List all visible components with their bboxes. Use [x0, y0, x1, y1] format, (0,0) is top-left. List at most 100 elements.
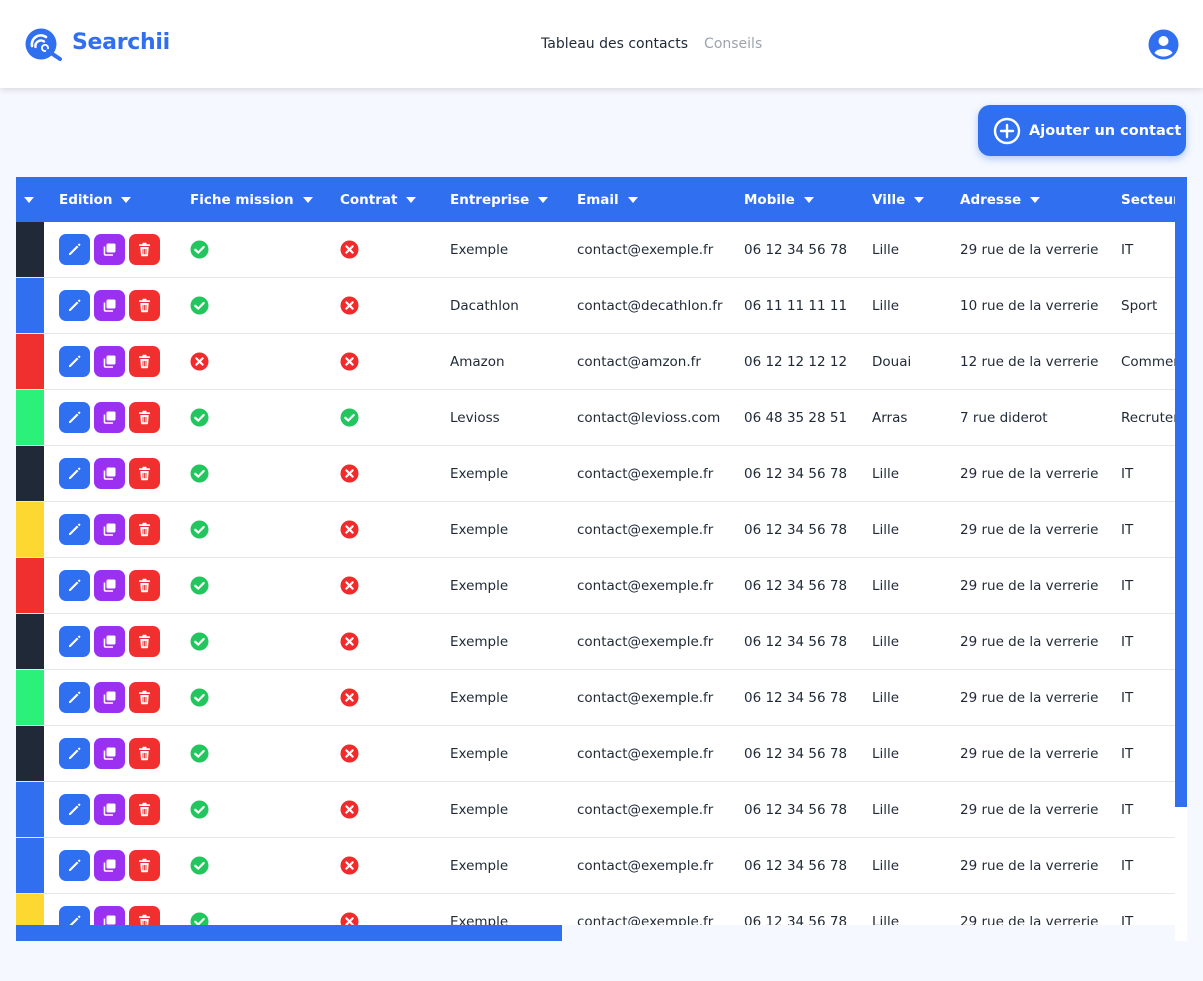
- row-color-tag: [16, 838, 44, 893]
- edit-button[interactable]: [59, 514, 90, 545]
- table-row[interactable]: Exemple contact@exemple.fr 06 12 34 56 78 L…: [16, 726, 1175, 782]
- column-header-adresse[interactable]: Adresse: [960, 177, 1041, 222]
- duplicate-button[interactable]: [94, 458, 125, 489]
- nav-conseils[interactable]: Conseils: [704, 36, 762, 52]
- edit-button[interactable]: [59, 626, 90, 657]
- vertical-scrollbar-track[interactable]: [1175, 177, 1187, 807]
- cell-entreprise: Exemple: [450, 633, 509, 650]
- brand-name[interactable]: Searchii: [72, 30, 170, 55]
- duplicate-button[interactable]: [94, 290, 125, 321]
- row-color-tag: [16, 446, 44, 501]
- trash-icon: [136, 689, 153, 706]
- edit-button[interactable]: [59, 738, 90, 769]
- table-row[interactable]: Exemple contact@exemple.fr 06 12 34 56 78 L…: [16, 894, 1175, 925]
- edit-button[interactable]: [59, 402, 90, 433]
- cell-secteur: IT: [1121, 745, 1134, 762]
- table-row[interactable]: Dacathlon contact@decathlon.fr 06 11 11 11…: [16, 278, 1175, 334]
- duplicate-button[interactable]: [94, 850, 125, 881]
- table-row[interactable]: Exemple contact@exemple.fr 06 12 34 56 78 L…: [16, 446, 1175, 502]
- delete-button[interactable]: [129, 402, 160, 433]
- duplicate-button[interactable]: [94, 402, 125, 433]
- fiche-mission-check-icon: [190, 632, 209, 651]
- cell-mobile: 06 11 11 11 11: [744, 297, 848, 314]
- delete-button[interactable]: [129, 794, 160, 825]
- add-contact-button[interactable]: Ajouter un contact: [978, 105, 1186, 156]
- cell-adresse: 29 rue de la verrerie: [960, 577, 1099, 594]
- cell-entreprise: Exemple: [450, 577, 509, 594]
- cell-secteur: Recrutement: [1121, 409, 1175, 426]
- delete-button[interactable]: [129, 234, 160, 265]
- fiche-mission-check-icon: [190, 576, 209, 595]
- table-row[interactable]: Exemple contact@exemple.fr 06 12 34 56 78 L…: [16, 558, 1175, 614]
- edit-button[interactable]: [59, 570, 90, 601]
- edit-button[interactable]: [59, 458, 90, 489]
- trash-icon: [136, 633, 153, 650]
- cell-ville: Lille: [872, 633, 900, 650]
- table-row[interactable]: Amazon contact@amzon.fr 06 12 12 12 12 Doua…: [16, 334, 1175, 390]
- delete-button[interactable]: [129, 570, 160, 601]
- duplicate-button[interactable]: [94, 570, 125, 601]
- delete-button[interactable]: [129, 346, 160, 377]
- column-header-ville[interactable]: Ville: [872, 177, 925, 222]
- copy-icon: [101, 241, 118, 258]
- copy-icon: [101, 297, 118, 314]
- table-row[interactable]: Levioss contact@levioss.com 06 48 35 28 51…: [16, 390, 1175, 446]
- duplicate-button[interactable]: [94, 626, 125, 657]
- edit-button[interactable]: [59, 850, 90, 881]
- column-header-edition[interactable]: Edition: [59, 177, 132, 222]
- column-header-email[interactable]: Email: [577, 177, 638, 222]
- cell-mobile: 06 12 34 56 78: [744, 913, 848, 926]
- vertical-scrollbar-thumb[interactable]: [1175, 807, 1187, 941]
- edit-button[interactable]: [59, 290, 90, 321]
- delete-button[interactable]: [129, 514, 160, 545]
- table-row[interactable]: Exemple contact@exemple.fr 06 12 34 56 78 L…: [16, 222, 1175, 278]
- copy-icon: [101, 465, 118, 482]
- cell-email: contact@exemple.fr: [577, 857, 714, 874]
- select-column-header[interactable]: [24, 177, 34, 222]
- delete-button[interactable]: [129, 738, 160, 769]
- duplicate-button[interactable]: [94, 346, 125, 377]
- horizontal-scrollbar[interactable]: [16, 925, 562, 941]
- table-header: Edition Fiche mission Contrat Entreprise…: [16, 177, 1175, 222]
- duplicate-button[interactable]: [94, 514, 125, 545]
- caret-down-icon: [24, 196, 34, 203]
- table-row[interactable]: Exemple contact@exemple.fr 06 12 34 56 78 L…: [16, 838, 1175, 894]
- nav-tableau-contacts[interactable]: Tableau des contacts: [541, 36, 688, 52]
- delete-button[interactable]: [129, 458, 160, 489]
- column-header-contrat[interactable]: Contrat: [340, 177, 417, 222]
- table-row[interactable]: Exemple contact@exemple.fr 06 12 34 56 78 L…: [16, 502, 1175, 558]
- copy-icon: [101, 353, 118, 370]
- edit-button[interactable]: [59, 682, 90, 713]
- fiche-mission-cross-icon: [190, 352, 209, 371]
- duplicate-button[interactable]: [94, 794, 125, 825]
- duplicate-button[interactable]: [94, 738, 125, 769]
- duplicate-button[interactable]: [94, 234, 125, 265]
- delete-button[interactable]: [129, 682, 160, 713]
- edit-button[interactable]: [59, 346, 90, 377]
- delete-button[interactable]: [129, 290, 160, 321]
- delete-button[interactable]: [129, 850, 160, 881]
- edit-button[interactable]: [59, 794, 90, 825]
- table-row[interactable]: Exemple contact@exemple.fr 06 12 34 56 78 L…: [16, 614, 1175, 670]
- cell-entreprise: Exemple: [450, 521, 509, 538]
- searchii-logo-icon[interactable]: [24, 26, 64, 62]
- edit-button[interactable]: [59, 234, 90, 265]
- user-avatar-icon[interactable]: [1148, 29, 1179, 60]
- table-row[interactable]: Exemple contact@exemple.fr 06 12 34 56 78 L…: [16, 782, 1175, 838]
- duplicate-button[interactable]: [94, 682, 125, 713]
- delete-button[interactable]: [129, 626, 160, 657]
- caret-down-icon: [914, 196, 925, 203]
- cell-adresse: 29 rue de la verrerie: [960, 857, 1099, 874]
- column-header-entreprise[interactable]: Entreprise: [450, 177, 549, 222]
- column-header-mobile[interactable]: Mobile: [744, 177, 814, 222]
- pencil-icon: [66, 577, 83, 594]
- edit-button[interactable]: [59, 906, 90, 925]
- row-color-tag: [16, 670, 44, 725]
- delete-button[interactable]: [129, 906, 160, 925]
- cell-ville: Lille: [872, 465, 900, 482]
- trash-icon: [136, 353, 153, 370]
- table-row[interactable]: Exemple contact@exemple.fr 06 12 34 56 78 L…: [16, 670, 1175, 726]
- column-header-fiche-mission[interactable]: Fiche mission: [190, 177, 313, 222]
- column-header-secteur[interactable]: Secteur: [1121, 177, 1175, 222]
- duplicate-button[interactable]: [94, 906, 125, 925]
